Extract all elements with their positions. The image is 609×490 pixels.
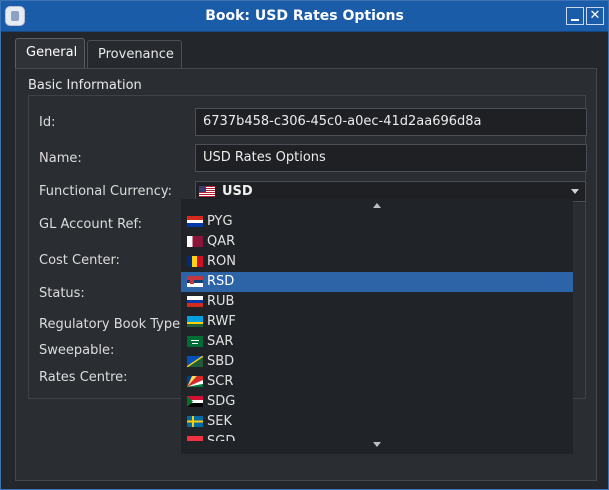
flag-us-icon — [199, 186, 215, 197]
cost-center-label: Cost Center: — [39, 253, 120, 268]
currency-option-label: RSD — [207, 274, 235, 289]
currency-option-qar[interactable]: QAR — [181, 232, 573, 252]
flag-se-icon — [187, 416, 203, 427]
functional-currency-value: USD — [222, 184, 253, 199]
window-title: Book: USD Rates Options — [205, 8, 404, 24]
scroll-down-arrow-icon[interactable] — [373, 442, 381, 447]
currency-option-scr[interactable]: SCR — [181, 372, 573, 392]
flag-sc-icon — [187, 376, 203, 387]
currency-option-label: RON — [207, 254, 236, 269]
tab-general[interactable]: General — [15, 38, 85, 69]
functional-currency-label: Functional Currency: — [39, 184, 173, 199]
currency-option-sbd[interactable]: SBD — [181, 352, 573, 372]
regulatory-book-type-label: Regulatory Book Type: — [39, 317, 185, 332]
sweepable-label: Sweepable: — [39, 343, 115, 358]
currency-option-label: SBD — [207, 354, 235, 369]
currency-option-sar[interactable]: SAR — [181, 332, 573, 352]
minimize-button[interactable] — [566, 7, 584, 25]
currency-option-rsd[interactable]: RSD — [181, 272, 573, 292]
currency-option-label: PYG — [207, 214, 233, 229]
flag-rw-icon — [187, 316, 203, 327]
currency-option-sgd[interactable]: SGD — [181, 432, 573, 441]
flag-ro-icon — [187, 256, 203, 267]
tab-provenance[interactable]: Provenance — [87, 40, 182, 68]
currency-option-label: RWF — [207, 314, 236, 329]
currency-option-label: SDG — [207, 394, 236, 409]
flag-ru-icon — [187, 296, 203, 307]
id-field[interactable]: 6737b458-c306-45c0-a0ec-41d2aa696d8a — [195, 108, 587, 136]
dialog-window: Book: USD Rates Options ✕ General Proven… — [0, 0, 609, 490]
flag-sa-icon — [187, 336, 203, 347]
currency-dropdown-list[interactable]: PYG QAR RON RSD RUB RWF SAR SBD SCR SDG … — [181, 199, 573, 454]
currency-option-sek[interactable]: SEK — [181, 412, 573, 432]
currency-option-label: RUB — [207, 294, 235, 309]
flag-sb-icon — [187, 356, 203, 367]
id-label: Id: — [39, 115, 56, 130]
currency-option-rub[interactable]: RUB — [181, 292, 573, 312]
flag-sg-icon — [187, 436, 203, 441]
gl-account-ref-label: GL Account Ref: — [39, 217, 143, 232]
currency-option-sdg[interactable]: SDG — [181, 392, 573, 412]
currency-option-label: SAR — [207, 334, 234, 349]
currency-option-label: QAR — [207, 234, 236, 249]
currency-option-pyg[interactable]: PYG — [181, 212, 573, 232]
currency-option-rwf[interactable]: RWF — [181, 312, 573, 332]
currency-option-label: SCR — [207, 374, 234, 389]
rates-centre-label: Rates Centre: — [39, 370, 128, 385]
flag-sd-icon — [187, 396, 203, 407]
flag-py-icon — [187, 216, 203, 227]
currency-option-label: SGD — [207, 432, 235, 441]
close-button[interactable]: ✕ — [586, 7, 604, 25]
chevron-down-icon[interactable] — [571, 189, 579, 194]
flag-rs-icon — [187, 276, 203, 287]
name-field[interactable]: USD Rates Options — [195, 144, 587, 172]
name-label: Name: — [39, 151, 82, 166]
flag-qa-icon — [187, 236, 203, 247]
currency-option-ron[interactable]: RON — [181, 252, 573, 272]
basic-information-title: Basic Information — [28, 78, 142, 93]
currency-option-label: SEK — [207, 414, 232, 429]
title-bar[interactable]: Book: USD Rates Options ✕ — [1, 1, 608, 32]
scroll-up-arrow-icon[interactable] — [373, 203, 381, 208]
status-label: Status: — [39, 286, 85, 301]
